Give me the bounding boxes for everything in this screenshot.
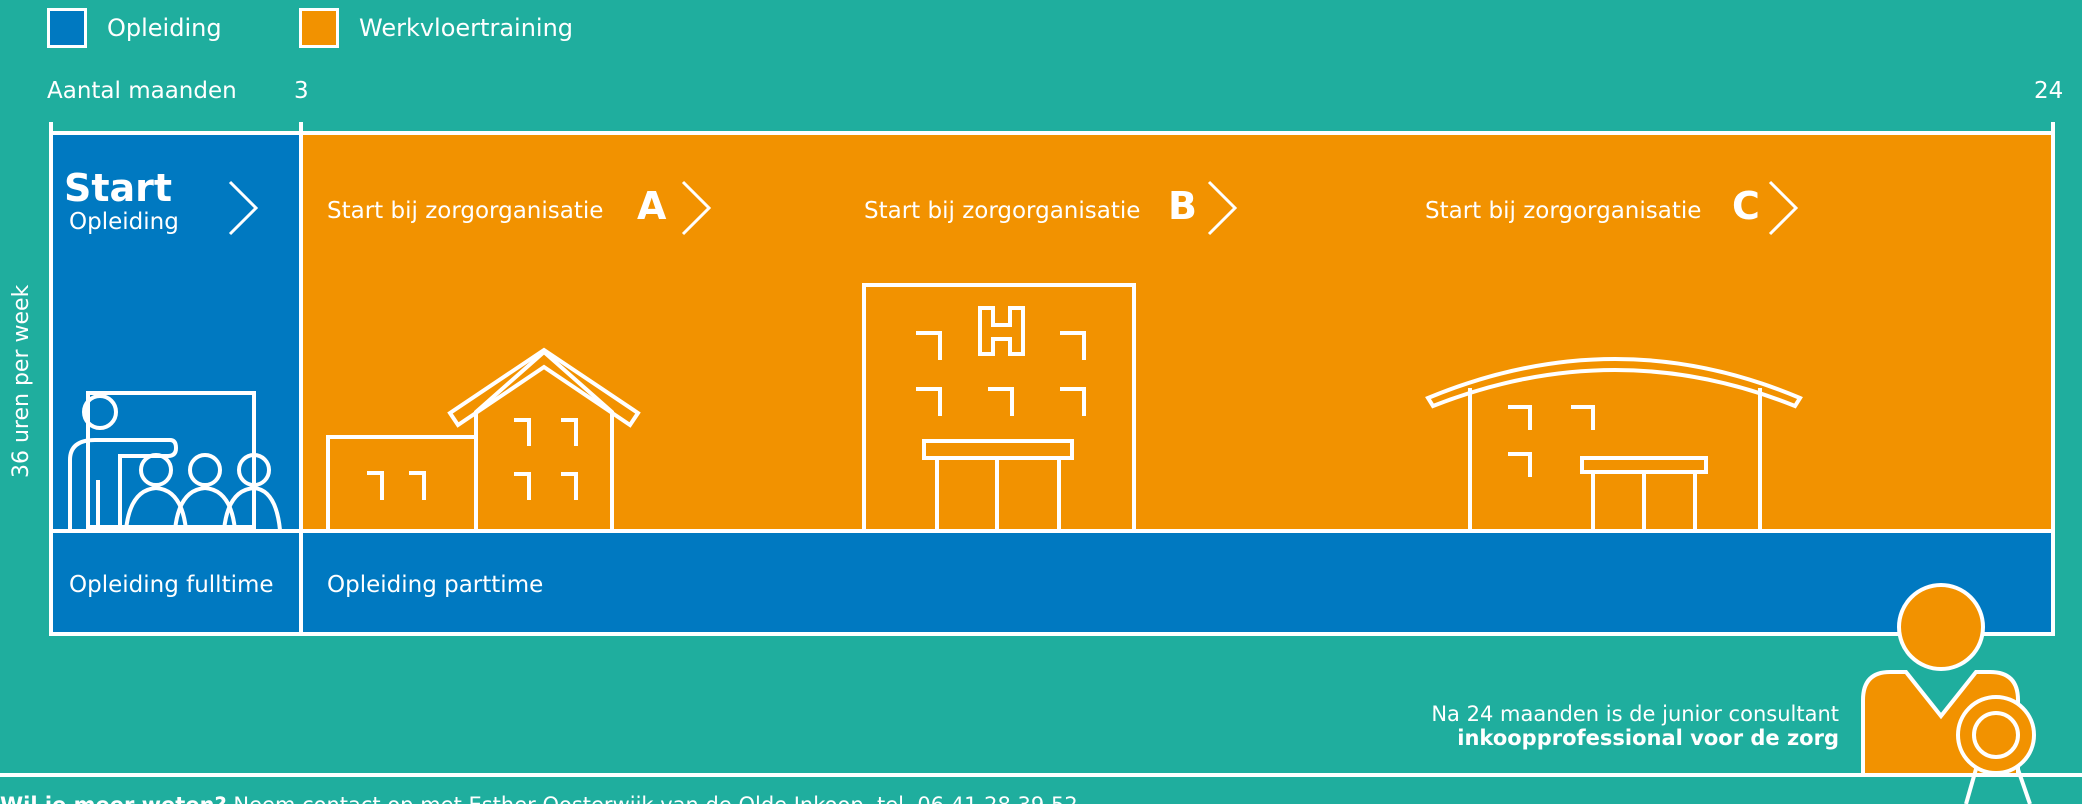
- footer-bold: Wil je meer weten?: [0, 793, 227, 804]
- stage-title-a: Start bij zorgorganisatie: [327, 198, 604, 224]
- chevron-right-icon: [681, 180, 712, 236]
- stage-letter-c: C: [1732, 184, 1760, 228]
- chevron-right-icon: [228, 180, 259, 236]
- start-subtitle: Opleiding: [69, 209, 179, 235]
- label-opleiding-fulltime: Opleiding fulltime: [69, 572, 274, 598]
- stage-title-b: Start bij zorgorganisatie: [864, 198, 1141, 224]
- chevron-right-icon: [1768, 180, 1799, 236]
- timeline-graphic: [0, 122, 2082, 804]
- note-line-1: Na 24 maanden is de junior consultant: [1431, 702, 1839, 726]
- consultant-award-icon: [1861, 583, 2036, 804]
- stage-letter-b: B: [1168, 184, 1197, 228]
- stage-letter-a: A: [637, 184, 667, 228]
- label-opleiding-parttime: Opleiding parttime: [327, 572, 544, 598]
- classroom-icon: [68, 391, 282, 531]
- chevron-right-icon: [1207, 180, 1238, 236]
- note-line-2: inkoopprofessional voor de zorg: [1457, 726, 1839, 750]
- houses-icon: [326, 347, 641, 533]
- curved-roof-building-icon: [1425, 357, 1803, 531]
- stage-title-c: Start bij zorgorganisatie: [1425, 198, 1702, 224]
- footer-text: Neem contact op met Esther Oosterwijk va…: [227, 793, 1084, 804]
- hospital-icon: [862, 283, 1136, 533]
- start-title: Start: [64, 166, 173, 210]
- footer-contact: Wil je meer weten? Neem contact op met E…: [0, 793, 1084, 804]
